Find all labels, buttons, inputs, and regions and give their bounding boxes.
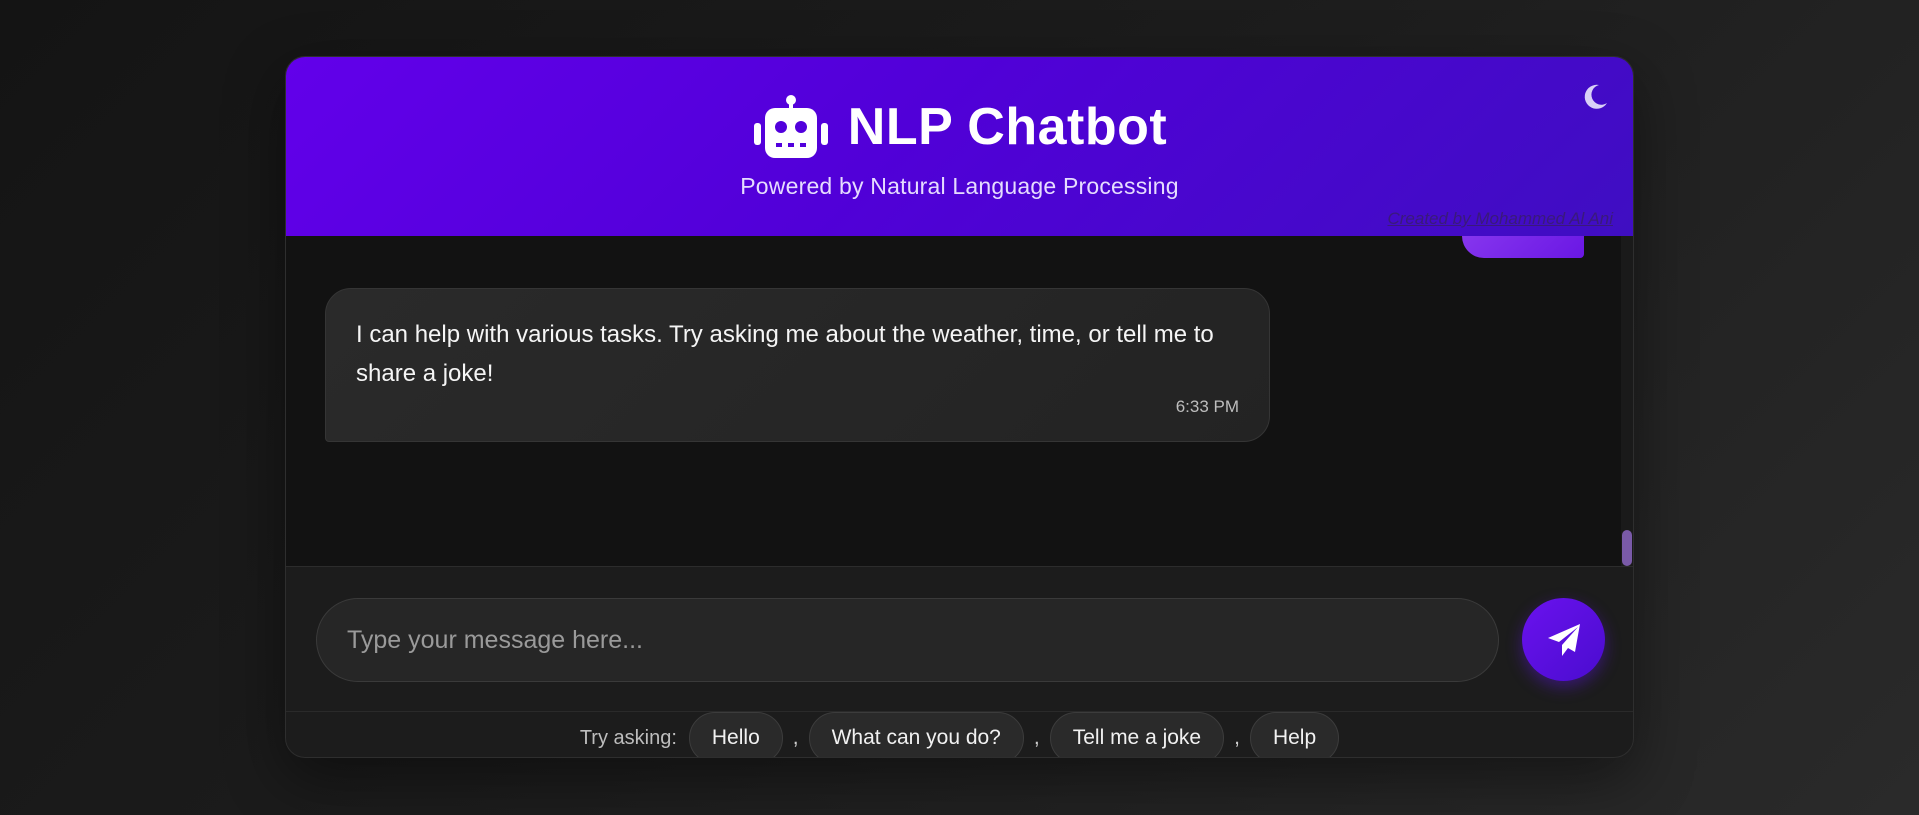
moon-icon[interactable] xyxy=(1579,81,1611,113)
suggestions-bar: Try asking: Hello , What can you do? , T… xyxy=(286,692,1633,757)
separator: , xyxy=(792,726,799,749)
suggestion-chip-hello[interactable]: Hello xyxy=(688,712,783,757)
suggestion-chip-what-can-you-do[interactable]: What can you do? xyxy=(808,712,1024,757)
bot-message-text: I can help with various tasks. Try askin… xyxy=(356,321,1214,387)
suggestions-label: Try asking: xyxy=(579,726,677,749)
message-scrollbar[interactable] xyxy=(1621,236,1633,566)
separator: , xyxy=(1033,726,1040,749)
chat-header: NLP Chatbot Powered by Natural Language … xyxy=(286,57,1633,236)
title-row: NLP Chatbot xyxy=(286,95,1633,159)
suggestion-chip-joke[interactable]: Tell me a joke xyxy=(1049,712,1225,757)
separator: , xyxy=(1234,726,1240,749)
message-list[interactable]: I can help with various tasks. Try askin… xyxy=(286,236,1633,566)
bot-message-bubble: I can help with various tasks. Try askin… xyxy=(325,288,1270,442)
page-title: NLP Chatbot xyxy=(847,98,1168,156)
message-timestamp: 6:33 PM xyxy=(1175,397,1239,416)
page-subtitle: Powered by Natural Language Processing xyxy=(740,173,1179,199)
send-button[interactable] xyxy=(1522,598,1605,681)
chat-app: NLP Chatbot Powered by Natural Language … xyxy=(285,56,1634,758)
paper-plane-icon xyxy=(1547,623,1580,656)
scrollbar-thumb[interactable] xyxy=(1622,530,1632,566)
message-input[interactable] xyxy=(316,598,1499,682)
user-message-bubble xyxy=(1462,236,1584,258)
robot-icon xyxy=(753,95,828,158)
credit-link[interactable]: Created by Mohammed Al Ani xyxy=(1387,209,1613,229)
suggestion-chip-help[interactable]: Help xyxy=(1249,712,1340,757)
input-area xyxy=(286,566,1633,712)
